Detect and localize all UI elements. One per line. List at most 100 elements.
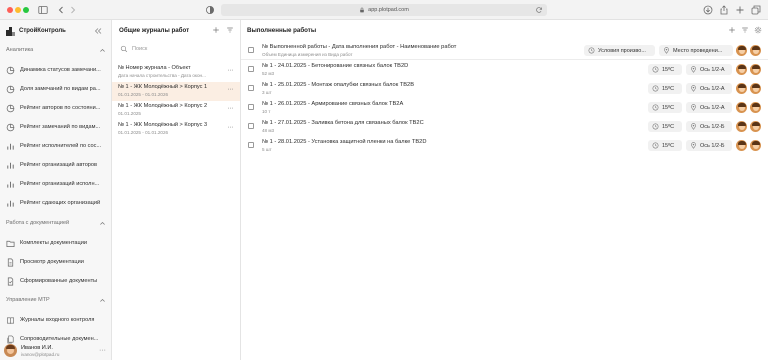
location-pin-icon bbox=[691, 66, 696, 73]
sidebar-item-executors-rating[interactable]: Рейтинг исполнителей по сос... bbox=[6, 140, 106, 152]
row-title: № 1 - 28.01.2025 - Установка защитной пл… bbox=[262, 139, 427, 145]
column-place[interactable]: Место проведени... bbox=[659, 45, 733, 56]
lock-icon bbox=[360, 7, 364, 13]
add-icon[interactable] bbox=[728, 26, 736, 34]
row-checkbox[interactable] bbox=[248, 66, 254, 72]
header-title: № Выполненной работы - Дата выполнения р… bbox=[262, 44, 457, 50]
clock-icon bbox=[652, 66, 659, 73]
sidebar-item-status-dynamics[interactable]: Динамика статусов замечани... bbox=[6, 64, 106, 76]
section-documentation[interactable]: Работа с документацией bbox=[6, 218, 106, 228]
avatar bbox=[736, 121, 747, 132]
sidebar-item-remarks-rating[interactable]: Рейтинг замечаний по видам... bbox=[6, 121, 106, 133]
select-all-checkbox[interactable] bbox=[248, 47, 254, 53]
row-title: № 1 - 26.01.2025 - Армирование связных б… bbox=[262, 101, 404, 107]
document-check-icon bbox=[7, 277, 14, 285]
brand[interactable]: СтройКонтроль bbox=[6, 26, 66, 36]
row-volume: 5 шт bbox=[262, 146, 272, 152]
sidebar-item-label: Рейтинг организаций авторов bbox=[20, 162, 98, 168]
user-email: ivanov@plotpad.ru bbox=[21, 352, 60, 357]
user-profile[interactable]: Иванов И.И. ivanov@plotpad.ru ··· bbox=[4, 344, 108, 358]
section-mtr[interactable]: Управление МТР bbox=[6, 295, 106, 305]
collapse-sidebar-icon[interactable] bbox=[93, 26, 103, 36]
avatar bbox=[750, 140, 761, 151]
clock-icon bbox=[652, 104, 659, 111]
row-checkbox[interactable] bbox=[248, 85, 254, 91]
sidebar-item-input-control[interactable]: Журналы входного контроля bbox=[6, 314, 106, 326]
more-icon[interactable]: ··· bbox=[99, 347, 106, 354]
reload-icon[interactable] bbox=[535, 6, 543, 14]
sidebar-item-author-orgs-rating[interactable]: Рейтинг организаций авторов bbox=[6, 159, 106, 171]
avatar bbox=[736, 102, 747, 113]
document-icon bbox=[7, 258, 14, 266]
sidebar-item-doc-view[interactable]: Просмотр документации bbox=[6, 256, 106, 268]
sidebar-item-label: Комплекты документации bbox=[20, 240, 87, 246]
temperature-chip: 15ºC bbox=[648, 102, 682, 113]
search-icon bbox=[120, 45, 128, 53]
tab-overview-icon[interactable] bbox=[750, 4, 762, 16]
header-sub: Объем Единица измерения из Вида работ bbox=[262, 51, 353, 57]
table-row[interactable]: № 1 - 25.01.2025 - Монтаж опалубки связн… bbox=[241, 79, 768, 98]
avatar bbox=[750, 45, 761, 56]
works-panel: Выполненные работы № Выполненной работы … bbox=[241, 20, 768, 360]
row-checkbox[interactable] bbox=[248, 142, 254, 148]
row-title: № 1 - 24.01.2025 - Бетонирование связных… bbox=[262, 63, 409, 69]
column-conditions[interactable]: Условия произво... bbox=[584, 45, 655, 56]
row-checkbox[interactable] bbox=[248, 104, 254, 110]
journal-item[interactable]: № 1 - ЖК Молодёжный > Корпус 3 01.01.202… bbox=[112, 120, 240, 139]
location-pin-icon bbox=[691, 104, 696, 111]
back-icon[interactable] bbox=[55, 4, 67, 16]
download-icon[interactable] bbox=[702, 4, 714, 16]
sidebar-item-handover-orgs-rating[interactable]: Рейтинг сдающих организаций bbox=[6, 197, 106, 209]
sidebar-item-executor-orgs-rating[interactable]: Рейтинг организаций исполн... bbox=[6, 178, 106, 190]
more-icon[interactable]: ··· bbox=[228, 67, 234, 74]
table-row[interactable]: № 1 - 24.01.2025 - Бетонирование связных… bbox=[241, 60, 768, 79]
table-row[interactable]: № 1 - 26.01.2025 - Армирование связных б… bbox=[241, 98, 768, 117]
clock-icon bbox=[652, 123, 659, 130]
sidebar-item-generated-docs[interactable]: Сформированные документы bbox=[6, 275, 106, 287]
row-checkbox[interactable] bbox=[248, 123, 254, 129]
brand-name: СтройКонтроль bbox=[19, 28, 66, 34]
more-icon[interactable]: ··· bbox=[228, 86, 234, 93]
book-icon bbox=[7, 316, 14, 324]
more-icon[interactable]: ··· bbox=[228, 105, 234, 112]
clock-icon bbox=[588, 47, 595, 54]
pie-chart-icon bbox=[6, 66, 15, 74]
privacy-shield-icon[interactable] bbox=[204, 4, 216, 16]
journal-item[interactable]: № 1 - ЖК Молодёжный > Корпус 1 01.01.202… bbox=[112, 82, 240, 101]
maximize-window-button[interactable] bbox=[23, 7, 29, 13]
new-tab-icon[interactable] bbox=[734, 4, 746, 16]
avatar bbox=[4, 344, 17, 357]
row-volume: 3 шт bbox=[262, 89, 272, 95]
address-bar[interactable]: app.plotpad.com bbox=[221, 4, 547, 16]
journals-header-sub: Дата начала строительства - Дата окон... bbox=[118, 73, 206, 78]
share-icon[interactable] bbox=[718, 4, 730, 16]
search-input[interactable]: Поиск bbox=[118, 43, 236, 55]
settings-icon[interactable] bbox=[754, 26, 762, 34]
table-row[interactable]: № 1 - 28.01.2025 - Установка защитной пл… bbox=[241, 136, 768, 155]
location-pin-icon bbox=[664, 47, 669, 54]
sidebar-item-doc-sets[interactable]: Комплекты документации bbox=[6, 237, 106, 249]
minimize-window-button[interactable] bbox=[15, 7, 21, 13]
filter-icon[interactable] bbox=[226, 26, 234, 34]
chevron-up-icon bbox=[100, 48, 105, 52]
section-analytics[interactable]: Аналитика bbox=[6, 45, 106, 55]
sidebar-item-label: Сопроводительные докумен... bbox=[20, 336, 99, 342]
chevron-up-icon bbox=[100, 298, 105, 302]
row-title: № 1 - 27.01.2025 - Заливка бетона для св… bbox=[262, 120, 424, 126]
journal-dates: 01.01.2025 bbox=[118, 111, 141, 116]
more-icon[interactable]: ··· bbox=[228, 124, 234, 131]
search-placeholder: Поиск bbox=[132, 46, 148, 52]
filter-icon[interactable] bbox=[741, 26, 749, 34]
journal-item[interactable]: № 1 - ЖК Молодёжный > Корпус 2 01.01.202… bbox=[112, 101, 240, 120]
temperature-chip: 15ºC bbox=[648, 64, 682, 75]
table-row[interactable]: № 1 - 27.01.2025 - Заливка бетона для св… bbox=[241, 117, 768, 136]
sidebar-item-authors-rating[interactable]: Рейтинг авторов по состояни... bbox=[6, 102, 106, 114]
journals-panel: Общие журналы работ Поиск № Номер журнал… bbox=[112, 20, 241, 360]
sidebar-toggle-icon[interactable] bbox=[37, 4, 49, 16]
section-title: Управление МТР bbox=[6, 297, 50, 303]
axis-chip: Ось 1/2-Б bbox=[686, 140, 732, 151]
close-window-button[interactable] bbox=[7, 7, 13, 13]
sidebar-item-remarks-share[interactable]: Доля замечаний по видам ра... bbox=[6, 83, 106, 95]
forward-icon[interactable] bbox=[67, 4, 79, 16]
add-icon[interactable] bbox=[212, 26, 220, 34]
